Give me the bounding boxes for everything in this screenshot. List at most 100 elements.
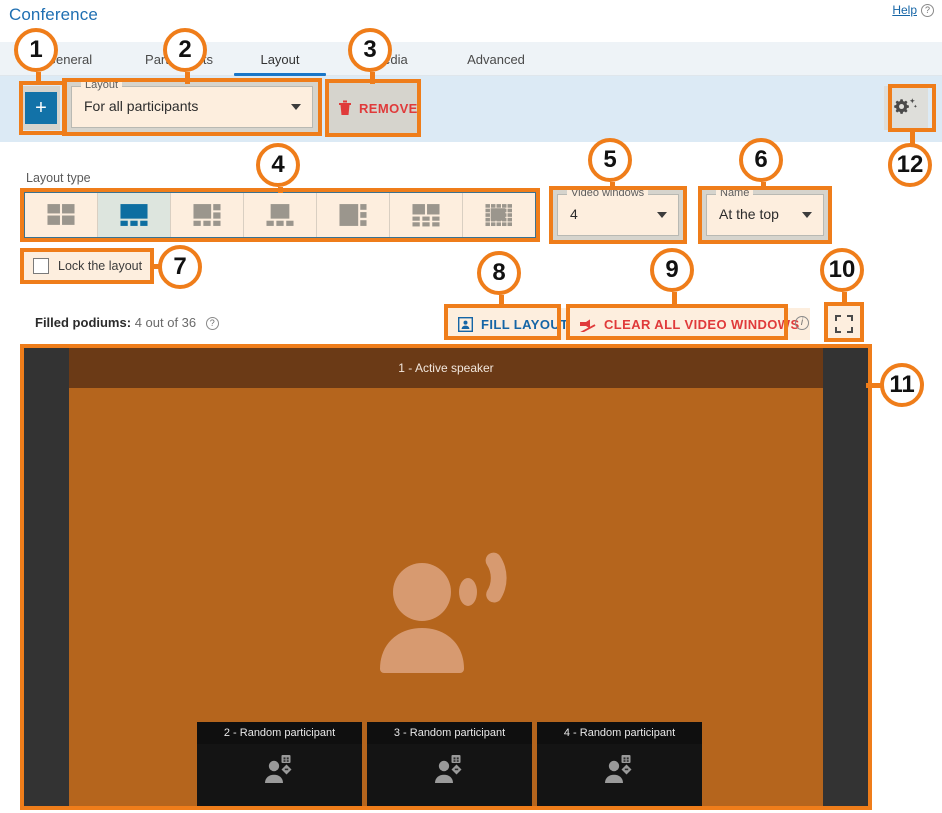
- fill-layout-button[interactable]: FILL LAYOUT: [448, 308, 579, 340]
- clear-windows-icon: [579, 318, 596, 332]
- thumbnail-label: 2 - Random participant: [223, 727, 336, 739]
- one-big-three-small-icon: [120, 204, 148, 226]
- remove-label: REMOVE: [359, 100, 418, 116]
- callout-leader-3: [370, 72, 375, 84]
- tab-layout[interactable]: Layout: [226, 42, 334, 76]
- thumbnail-header: 3 - Random participant: [367, 722, 532, 744]
- remove-button[interactable]: REMOVE: [328, 82, 418, 134]
- layout-type-grid-2x2[interactable]: [25, 193, 98, 237]
- layout-type-group: [24, 192, 536, 238]
- layout-type-label: Layout type: [26, 171, 91, 185]
- lock-layout-label: Lock the layout: [58, 259, 143, 273]
- layout-preview[interactable]: 1 - Active speaker 2 - Random participan…: [24, 348, 868, 806]
- clear-all-label: CLEAR ALL VIDEO WINDOWS: [604, 316, 800, 332]
- preview-thumbnail[interactable]: 3 - Random participant: [367, 722, 532, 806]
- page-title: Conference: [9, 5, 98, 24]
- app-root: Conference Help ? GeneralParticipantsLay…: [0, 0, 942, 813]
- top-large-bottom-row-icon: [266, 204, 294, 226]
- fill-layout-icon: [458, 316, 473, 332]
- callout-leader-8: [499, 295, 504, 305]
- question-circle-icon: ?: [921, 3, 934, 17]
- add-layout-button[interactable]: +: [25, 92, 57, 124]
- callout-badge-12: 12: [888, 143, 932, 187]
- thumbnail-label: 3 - Random participant: [393, 727, 506, 739]
- callout-badge-2: 2: [163, 28, 207, 72]
- fullscreen-button[interactable]: [826, 306, 862, 342]
- callout-badge-8: 8: [477, 251, 521, 295]
- grid-2x2-icon: [47, 204, 75, 225]
- video-windows-value: 4: [570, 206, 578, 222]
- clear-all-video-windows-button[interactable]: CLEAR ALL VIDEO WINDOWS: [569, 308, 810, 340]
- chevron-down-icon: [657, 212, 667, 218]
- random-participant-icon: [434, 755, 461, 783]
- layout-select-value: For all participants: [84, 98, 199, 114]
- lock-layout-checkbox[interactable]: [33, 258, 49, 274]
- layout-select-holder: Layout For all participants: [66, 79, 318, 132]
- trash-icon: [339, 100, 351, 115]
- add-layout-holder: +: [22, 86, 60, 130]
- preview-thumbnail[interactable]: 4 - Random participant: [537, 722, 702, 806]
- preview-thumbnail[interactable]: 2 - Random participant: [197, 722, 362, 806]
- left-large-right-column-bottom-row-icon: [193, 204, 221, 226]
- callout-badge-5: 5: [588, 138, 632, 182]
- lock-layout-row[interactable]: Lock the layout: [24, 252, 150, 280]
- callout-badge-10: 10: [820, 248, 864, 292]
- layout-select-legend: Layout: [81, 79, 123, 91]
- layout-select[interactable]: Layout For all participants: [71, 79, 313, 128]
- fullscreen-icon: [835, 315, 853, 333]
- help-link[interactable]: Help: [892, 3, 917, 17]
- callout-leader-9: [672, 292, 677, 305]
- callout-leader-10: [842, 292, 847, 303]
- callout-leader-4: [278, 187, 283, 193]
- name-position-holder: Name At the top: [702, 187, 828, 240]
- tab-label: Layout: [260, 51, 300, 67]
- callout-badge-9: 9: [650, 248, 694, 292]
- layout-type-grid-many[interactable]: [463, 193, 535, 237]
- grid-many-icon: [485, 204, 512, 227]
- video-windows-holder: Video windows 4: [553, 187, 683, 240]
- callout-badge-1: 1: [14, 28, 58, 72]
- callout-badge-6: 6: [739, 138, 783, 182]
- main-tile-label: 1 - Active speaker: [398, 361, 494, 375]
- callout-badge-7: 7: [158, 245, 202, 289]
- filled-podiums-value: 4 out of 36: [134, 315, 197, 330]
- thumbnail-header: 4 - Random participant: [537, 722, 702, 744]
- thumbnail-label: 4 - Random participant: [563, 727, 676, 739]
- info-circle-icon[interactable]: i: [795, 316, 809, 330]
- left-large-right-stack-icon: [339, 204, 367, 226]
- settings-button[interactable]: [884, 86, 928, 130]
- callout-badge-3: 3: [348, 28, 392, 72]
- tab-advanced[interactable]: Advanced: [446, 42, 546, 76]
- question-circle-icon[interactable]: ?: [205, 317, 219, 330]
- podium-actions-row: Filled podiums: 4 out of 36 ? FILL LAYOU…: [24, 304, 882, 344]
- preview-stage: 1 - Active speaker 2 - Random participan…: [69, 348, 823, 806]
- active-speaker-icon: [380, 552, 507, 673]
- callout-leader-6: [761, 182, 766, 190]
- layout-type-left-large-right-stack[interactable]: [317, 193, 390, 237]
- callout-badge-11: 11: [880, 363, 924, 407]
- help-area[interactable]: Help ?: [892, 3, 934, 17]
- layout-type-left-large-right-column-bottom-row[interactable]: [171, 193, 244, 237]
- name-position-legend: Name: [716, 187, 754, 199]
- name-position-select[interactable]: Name At the top: [706, 187, 824, 236]
- video-windows-select[interactable]: Video windows 4: [557, 187, 679, 236]
- chevron-down-icon: [291, 104, 301, 110]
- gear-sparkle-icon: [894, 98, 918, 114]
- title-bar: Conference Help ?: [0, 0, 942, 32]
- callout-leader-5: [610, 182, 615, 190]
- callout-badge-4: 4: [256, 143, 300, 187]
- tab-bar: GeneralParticipantsLayoutMediaAdvanced: [0, 42, 942, 76]
- callout-leader-2: [185, 72, 190, 84]
- random-participant-icon: [604, 755, 631, 783]
- filled-podiums-label: Filled podiums:: [35, 315, 132, 330]
- thumbnail-header: 2 - Random participant: [197, 722, 362, 744]
- filled-podiums-status: Filled podiums: 4 out of 36 ?: [35, 315, 219, 330]
- layout-type-top-large-bottom-row[interactable]: [244, 193, 317, 237]
- layout-type-one-big-three-small[interactable]: [98, 193, 171, 237]
- thumbnail-strip: 2 - Random participant 3 - Random partic…: [197, 722, 702, 806]
- main-tile-header: 1 - Active speaker: [69, 348, 823, 388]
- video-windows-legend: Video windows: [567, 187, 649, 199]
- layout-type-two-top-six-bottom[interactable]: [390, 193, 463, 237]
- tab-label: Advanced: [467, 51, 525, 67]
- chevron-down-icon: [802, 212, 812, 218]
